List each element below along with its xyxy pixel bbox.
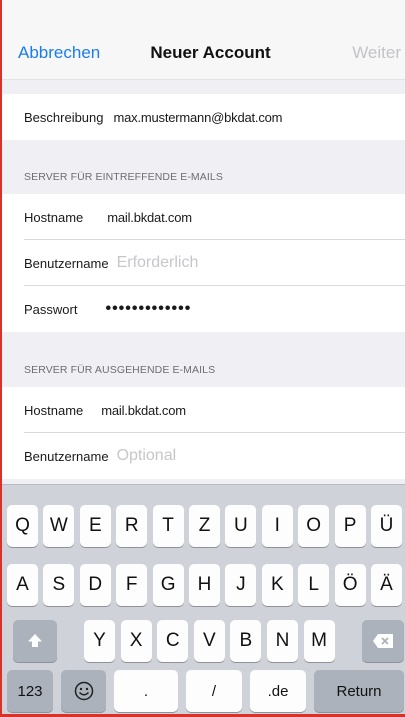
delete-key[interactable] — [362, 620, 404, 662]
key-i[interactable]: I — [261, 505, 293, 547]
key-m[interactable]: M — [303, 620, 335, 662]
outgoing-hostname-label: Hostname — [24, 402, 84, 418]
description-row[interactable]: Beschreibung max.mustermann@bkdat.com — [2, 94, 405, 140]
numbers-key[interactable]: 123 — [7, 670, 53, 712]
onscreen-keyboard: QWERTZUIOPÜ ASDFGHJKLÖÄ YXCVBNM 123 . / — [2, 484, 405, 714]
key-y[interactable]: Y — [84, 620, 115, 662]
key-j[interactable]: J — [225, 564, 257, 606]
incoming-section-header: SERVER FÜR EINTREFFENDE E-MAILS — [24, 171, 223, 183]
key-s[interactable]: S — [43, 564, 75, 606]
incoming-password-row[interactable]: Passwort ••••••••••••• — [2, 286, 405, 332]
outgoing-section-header: SERVER FÜR AUSGEHENDE E-MAILS — [24, 364, 216, 376]
key-z[interactable]: Z — [189, 505, 220, 547]
shift-arrow-icon — [28, 634, 42, 647]
incoming-username-input[interactable]: Erforderlich — [117, 254, 199, 272]
key-r[interactable]: R — [116, 505, 148, 547]
dot-key[interactable]: . — [114, 670, 178, 712]
key-p[interactable]: P — [334, 505, 366, 547]
key-k[interactable]: K — [261, 564, 293, 606]
key-a[interactable]: A — [7, 564, 38, 606]
page-title: Neuer Account — [150, 43, 271, 62]
key-f[interactable]: F — [116, 564, 148, 606]
outgoing-hostname-value[interactable]: mail.bkdat.com — [101, 403, 186, 418]
incoming-server-group: Hostname mail.bkdat.com Benutzername Erf… — [2, 194, 405, 332]
outgoing-username-row[interactable]: Benutzername Optional — [2, 433, 405, 479]
screen-frame: Abbrechen Neuer Account Weiter Beschreib… — [0, 0, 405, 717]
key-u[interactable]: U — [225, 505, 257, 547]
navigation-bar: Abbrechen Neuer Account Weiter — [2, 0, 405, 80]
key-t[interactable]: T — [152, 505, 184, 547]
key-ä[interactable]: Ä — [371, 564, 402, 606]
key-b[interactable]: B — [230, 620, 262, 662]
outgoing-username-input[interactable]: Optional — [117, 447, 177, 465]
next-button[interactable]: Weiter — [352, 43, 401, 63]
return-key[interactable]: Return — [314, 670, 404, 712]
outgoing-username-label: Benutzername — [24, 448, 109, 464]
incoming-password-label: Passwort — [24, 301, 78, 317]
key-e[interactable]: E — [79, 505, 111, 547]
key-c[interactable]: C — [157, 620, 189, 662]
emoji-icon — [74, 681, 93, 701]
emoji-key[interactable] — [61, 670, 106, 712]
key-n[interactable]: N — [267, 620, 298, 662]
account-group: Beschreibung max.mustermann@bkdat.com — [2, 94, 405, 140]
incoming-hostname-row[interactable]: Hostname mail.bkdat.com — [2, 194, 405, 240]
outgoing-server-group: Hostname mail.bkdat.com Benutzername Opt… — [2, 387, 405, 479]
description-label: Beschreibung — [24, 109, 104, 125]
incoming-username-row[interactable]: Benutzername Erforderlich — [2, 240, 405, 286]
key-w[interactable]: W — [43, 505, 75, 547]
key-h[interactable]: H — [189, 564, 220, 606]
key-l[interactable]: L — [298, 564, 330, 606]
key-o[interactable]: O — [298, 505, 330, 547]
key-ü[interactable]: Ü — [371, 505, 402, 547]
key-ö[interactable]: Ö — [334, 564, 366, 606]
key-q[interactable]: Q — [7, 505, 38, 547]
key-d[interactable]: D — [79, 564, 111, 606]
de-domain-key[interactable]: .de — [250, 670, 306, 712]
key-x[interactable]: X — [120, 620, 152, 662]
shift-key[interactable] — [13, 620, 57, 662]
key-g[interactable]: G — [152, 564, 184, 606]
outgoing-hostname-row[interactable]: Hostname mail.bkdat.com — [2, 387, 405, 433]
backspace-icon — [373, 634, 393, 648]
description-value[interactable]: max.mustermann@bkdat.com — [114, 110, 283, 125]
key-v[interactable]: V — [193, 620, 225, 662]
incoming-hostname-label: Hostname — [24, 209, 84, 225]
slash-key[interactable]: / — [186, 670, 242, 712]
incoming-hostname-value[interactable]: mail.bkdat.com — [107, 210, 192, 225]
incoming-password-input[interactable]: ••••••••••••• — [105, 300, 191, 318]
incoming-username-label: Benutzername — [24, 255, 109, 271]
